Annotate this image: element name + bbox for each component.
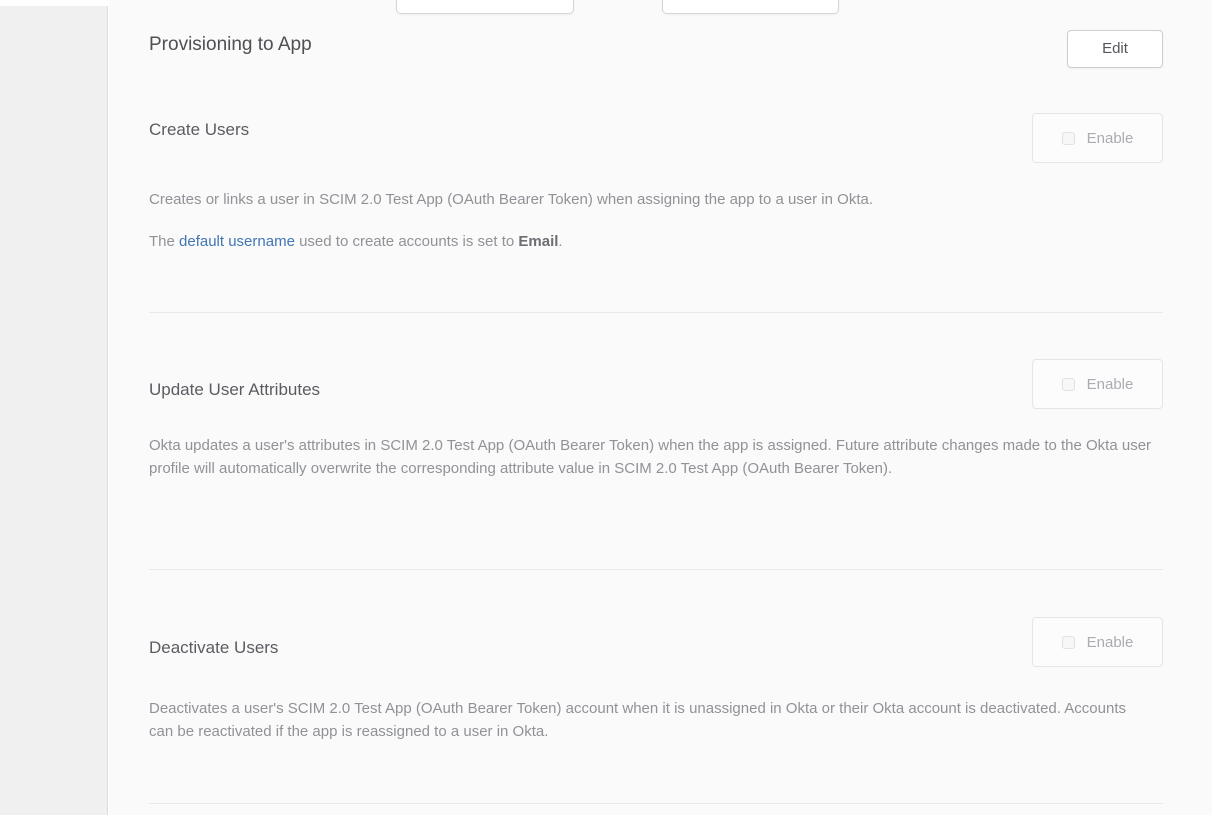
note-suffix: . xyxy=(558,233,562,250)
section-title-create-users: Create Users xyxy=(149,120,249,140)
edit-button[interactable]: Edit xyxy=(1067,30,1163,68)
enable-checkbox-icon[interactable] xyxy=(1062,636,1075,649)
cutoff-input-right[interactable] xyxy=(662,0,839,14)
create-users-description: Creates or links a user in SCIM 2.0 Test… xyxy=(149,188,1164,211)
section-title-update-user-attributes: Update User Attributes xyxy=(149,380,320,400)
enable-toggle-label: Enable xyxy=(1087,634,1134,651)
enable-toggle-label: Enable xyxy=(1087,376,1134,393)
enable-toggle-create-users[interactable]: Enable xyxy=(1032,113,1163,163)
enable-checkbox-icon[interactable] xyxy=(1062,132,1075,145)
create-users-note: The default username used to create acco… xyxy=(149,230,1164,253)
cutoff-input-left[interactable] xyxy=(396,0,574,14)
note-bold-value: Email xyxy=(518,233,558,250)
page-title: Provisioning to App xyxy=(149,34,312,56)
left-sidebar xyxy=(0,6,108,815)
enable-toggle-label: Enable xyxy=(1087,130,1134,147)
default-username-link[interactable]: default username xyxy=(179,233,295,250)
update-user-attributes-description: Okta updates a user's attributes in SCIM… xyxy=(149,434,1157,480)
note-middle: used to create accounts is set to xyxy=(295,233,518,250)
section-title-deactivate-users: Deactivate Users xyxy=(149,638,278,658)
page-canvas: Provisioning to App Edit Create Users En… xyxy=(0,0,1212,820)
enable-toggle-update-user-attributes[interactable]: Enable xyxy=(1032,359,1163,409)
enable-checkbox-icon[interactable] xyxy=(1062,378,1075,391)
section-divider xyxy=(149,803,1163,804)
section-divider xyxy=(149,569,1163,570)
enable-toggle-deactivate-users[interactable]: Enable xyxy=(1032,617,1163,667)
deactivate-users-description: Deactivates a user's SCIM 2.0 Test App (… xyxy=(149,697,1139,743)
note-prefix: The xyxy=(149,233,179,250)
section-divider xyxy=(149,312,1163,313)
provisioning-settings-panel: Provisioning to App Edit Create Users En… xyxy=(109,0,1212,815)
